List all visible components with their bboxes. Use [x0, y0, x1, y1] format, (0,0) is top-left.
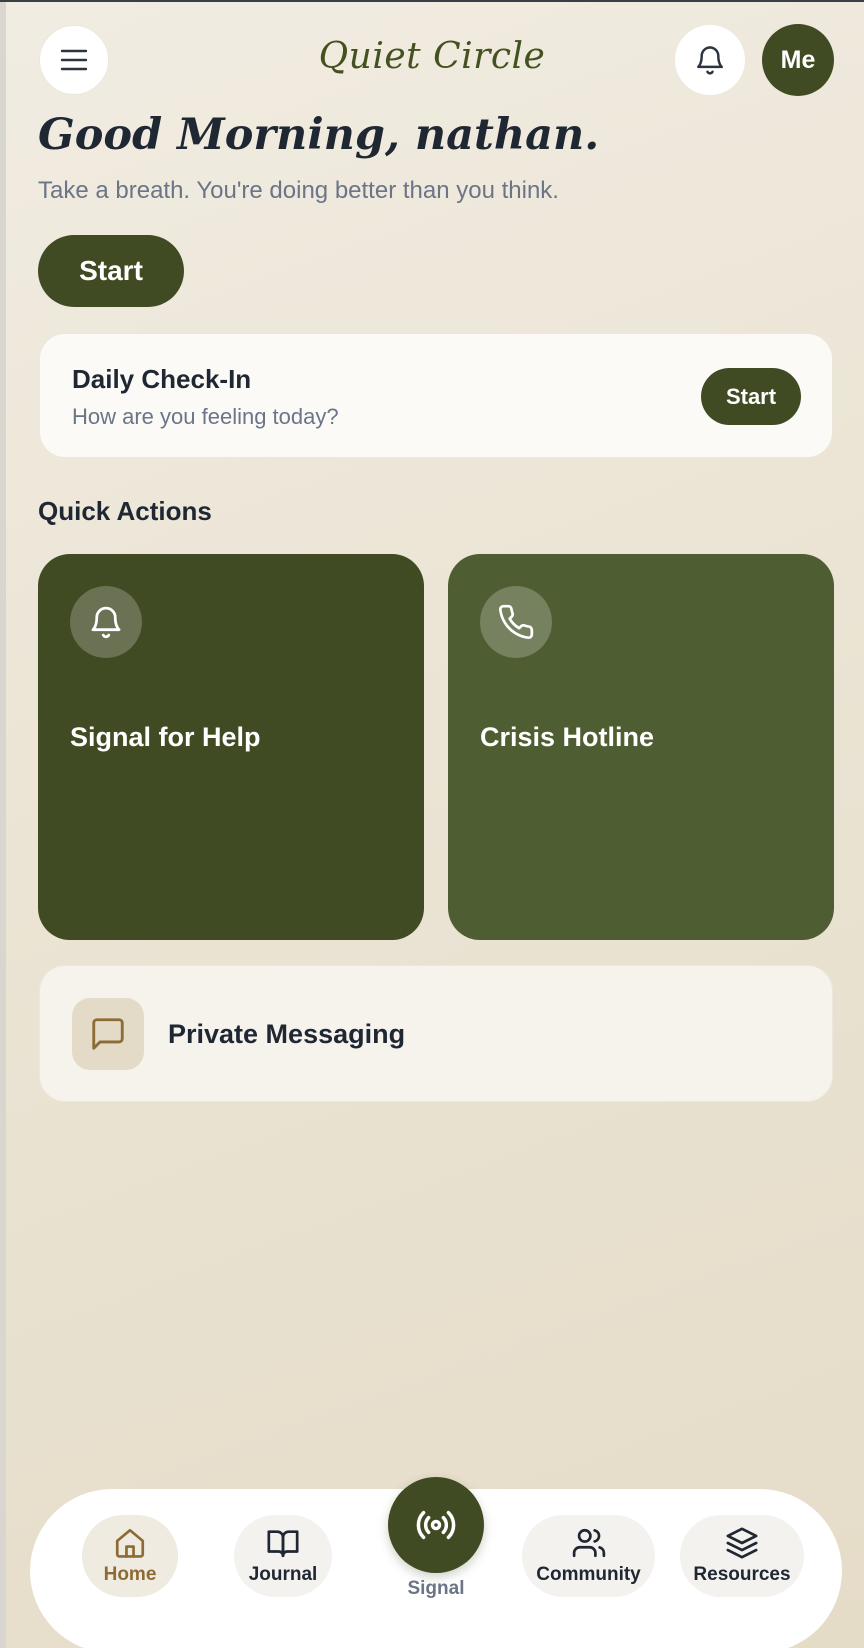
quick-actions-heading: Quick Actions	[38, 496, 212, 526]
greeting-heading: Good Morning, nathan.	[38, 110, 600, 160]
chat-icon	[72, 998, 144, 1070]
signal-for-help-label: Signal for Help	[70, 722, 261, 752]
nav-community-label: Community	[536, 1564, 641, 1585]
nav-journal-label: Journal	[248, 1564, 318, 1585]
checkin-subtitle: How are you feeling today?	[72, 404, 339, 429]
nav-signal-label: Signal	[407, 1578, 465, 1599]
layers-icon	[724, 1526, 760, 1560]
nav-journal[interactable]: Journal	[234, 1515, 332, 1597]
home-icon	[113, 1526, 147, 1560]
book-icon	[265, 1526, 301, 1560]
nav-resources-label: Resources	[693, 1564, 791, 1585]
nav-resources[interactable]: Resources	[680, 1515, 804, 1597]
broadcast-icon	[415, 1504, 457, 1546]
profile-avatar-button[interactable]: Me	[762, 24, 834, 96]
greeting-subtitle: Take a breath. You're doing better than …	[38, 177, 559, 204]
phone-icon	[480, 586, 552, 658]
nav-community[interactable]: Community	[522, 1515, 655, 1597]
bell-icon	[693, 42, 727, 78]
crisis-hotline-card[interactable]: Crisis Hotline	[448, 554, 834, 940]
nav-signal-button[interactable]	[388, 1477, 484, 1573]
checkin-title: Daily Check-In	[72, 364, 252, 394]
private-messaging-card[interactable]: Private Messaging	[39, 965, 833, 1102]
window-edge	[0, 0, 6, 1648]
nav-home-label: Home	[103, 1564, 157, 1585]
bell-icon	[70, 586, 142, 658]
notifications-button[interactable]	[675, 25, 745, 95]
start-button[interactable]: Start	[38, 235, 184, 307]
crisis-hotline-label: Crisis Hotline	[480, 722, 655, 752]
signal-for-help-card[interactable]: Signal for Help	[38, 554, 424, 940]
users-icon	[571, 1526, 607, 1560]
private-messaging-label: Private Messaging	[168, 1019, 406, 1049]
checkin-start-button[interactable]: Start	[701, 368, 801, 425]
daily-checkin-card: Daily Check-In How are you feeling today…	[39, 333, 833, 458]
window-top-border	[0, 0, 864, 2]
nav-home[interactable]: Home	[82, 1515, 178, 1597]
